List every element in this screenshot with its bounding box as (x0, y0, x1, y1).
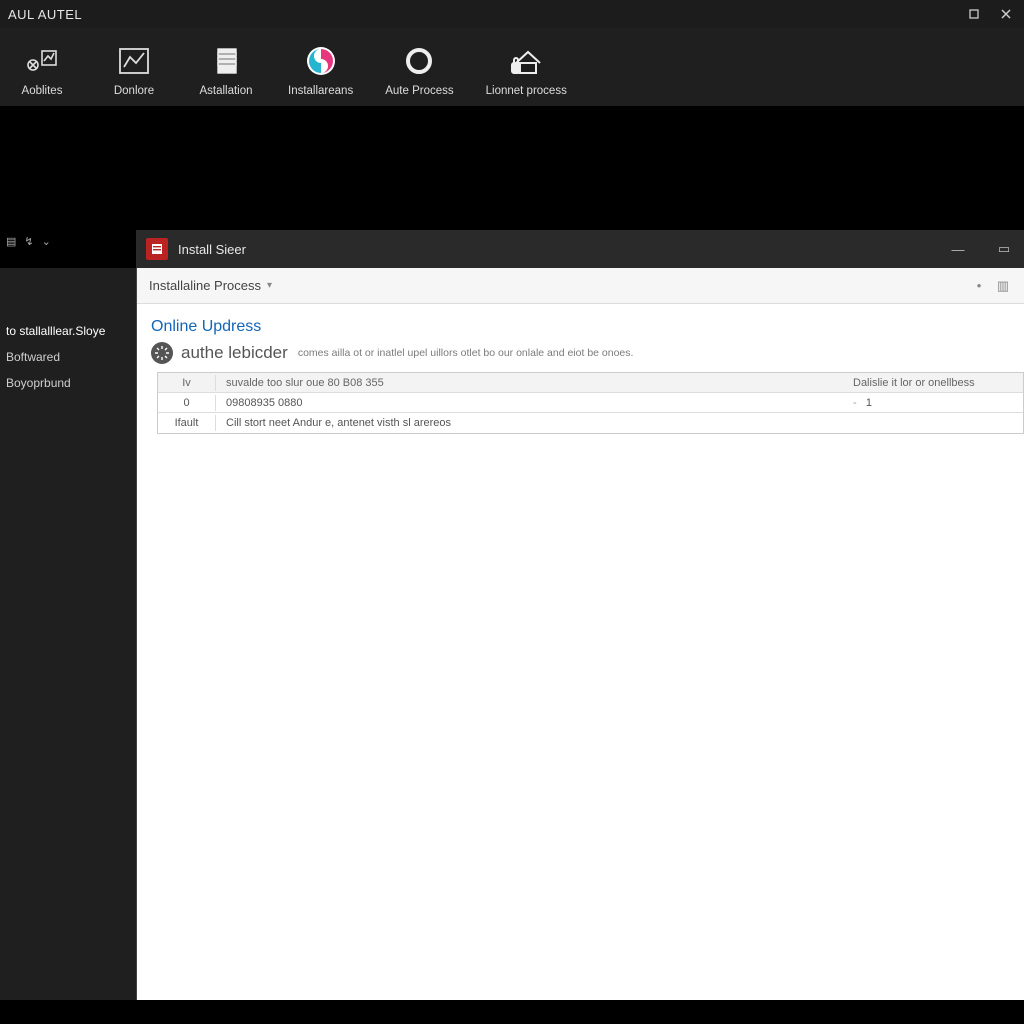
ribbon-lionnetprocess[interactable]: Lionnet process (486, 43, 567, 97)
col-header-0: Iv (158, 375, 216, 391)
cell: Ifault (158, 415, 216, 431)
nav-item-software[interactable]: Boftwared (2, 344, 130, 370)
chevron-down-icon[interactable]: ⌄ (42, 235, 51, 248)
section-subtitle: authe lebicder (181, 343, 288, 363)
document-stack-icon (206, 43, 246, 79)
nav-item-installer[interactable]: to stallalllear.Sloye (2, 318, 130, 344)
ribbon-label: Aute Process (385, 85, 453, 97)
ribbon-astallation[interactable]: Astallation (196, 43, 256, 97)
cell: - 1 (843, 395, 1023, 411)
nav-item-background[interactable]: Boyoprbund (2, 370, 130, 396)
cell (843, 421, 1023, 425)
ribbon-label: Astallation (199, 85, 252, 97)
close-icon[interactable] (996, 4, 1016, 24)
ribbon-installareans[interactable]: Installareans (288, 43, 353, 97)
breadcrumb-dot-icon[interactable]: • (970, 278, 988, 293)
left-nav: to stallalllear.Sloye Boftwared Boyoprbu… (0, 268, 136, 1000)
table-header: Iv suvalde too slur oue 80 B08 355 Dalis… (158, 373, 1023, 393)
cell-dash: - (853, 397, 857, 409)
result-table: Iv suvalde too slur oue 80 B08 355 Dalis… (157, 372, 1024, 434)
window-restore-icon[interactable] (964, 4, 984, 24)
ribbon-auteprocess[interactable]: Aute Process (385, 43, 453, 97)
section-body: Online Updress authe lebicder comes aill… (137, 304, 1024, 434)
col-header-2: Dalislie it lor or onellbess (843, 375, 1023, 391)
cell: 09808935 0880 (216, 395, 843, 411)
ribbon-label: Lionnet process (486, 85, 567, 97)
swirl-logo-icon (301, 43, 341, 79)
table-row[interactable]: Ifault Cill stort neet Andur e, antenet … (158, 413, 1023, 433)
main-row: to stallalllear.Sloye Boftwared Boyoprbu… (0, 268, 1024, 1000)
app-title: AUL AUTEL (8, 7, 82, 22)
chart-icon (114, 43, 154, 79)
home-lock-icon (506, 43, 546, 79)
ribbon-label: Aoblites (22, 85, 63, 97)
ring-icon (399, 43, 439, 79)
mini-toolbar: ▤ ↯ ⌄ (0, 234, 78, 248)
section-desc: comes ailla ot or inatlel upel uillors o… (298, 347, 634, 359)
breadcrumb-bar: Installaline Process ▾ • ▥ (137, 268, 1024, 304)
ribbon-applites[interactable]: Aoblites (12, 43, 72, 97)
ribbon-label: Donlore (114, 85, 154, 97)
breadcrumb-grid-icon[interactable]: ▥ (994, 278, 1012, 294)
titlebar: AUL AUTEL (0, 0, 1024, 28)
col-header-1: suvalde too slur oue 80 B08 355 (216, 375, 843, 391)
gear-icon (151, 342, 173, 364)
ribbon-toolbar: Aoblites Donlore Astallation (0, 28, 1024, 106)
panel-icon[interactable]: ▭ (994, 239, 1014, 259)
ribbon-label: Installareans (288, 85, 353, 97)
table-row[interactable]: 0 09808935 0880 - 1 (158, 393, 1023, 413)
breadcrumb[interactable]: Installaline Process (149, 278, 261, 293)
section-title: Online Updress (151, 318, 1024, 336)
subwindow-title: Install Sieer (178, 242, 246, 257)
analytics-icon (22, 43, 62, 79)
cell-val: 1 (866, 397, 872, 409)
content-pane: Installaline Process ▾ • ▥ Online Updres… (136, 268, 1024, 1000)
chevron-down-icon[interactable]: ▾ (267, 280, 272, 291)
ribbon-donlore[interactable]: Donlore (104, 43, 164, 97)
minimize-icon[interactable]: — (948, 239, 968, 259)
subwindow-titlebar: Install Sieer — ▭ (136, 230, 1024, 268)
app-badge-icon (146, 238, 168, 260)
cell: 0 (158, 395, 216, 411)
section-subrow: authe lebicder comes ailla ot or inatlel… (151, 342, 1024, 364)
tool-branch-icon[interactable]: ↯ (24, 235, 33, 248)
cell: Cill stort neet Andur e, antenet visth s… (216, 415, 843, 431)
empty-area (0, 106, 1024, 230)
tool-page-icon[interactable]: ▤ (6, 235, 16, 248)
